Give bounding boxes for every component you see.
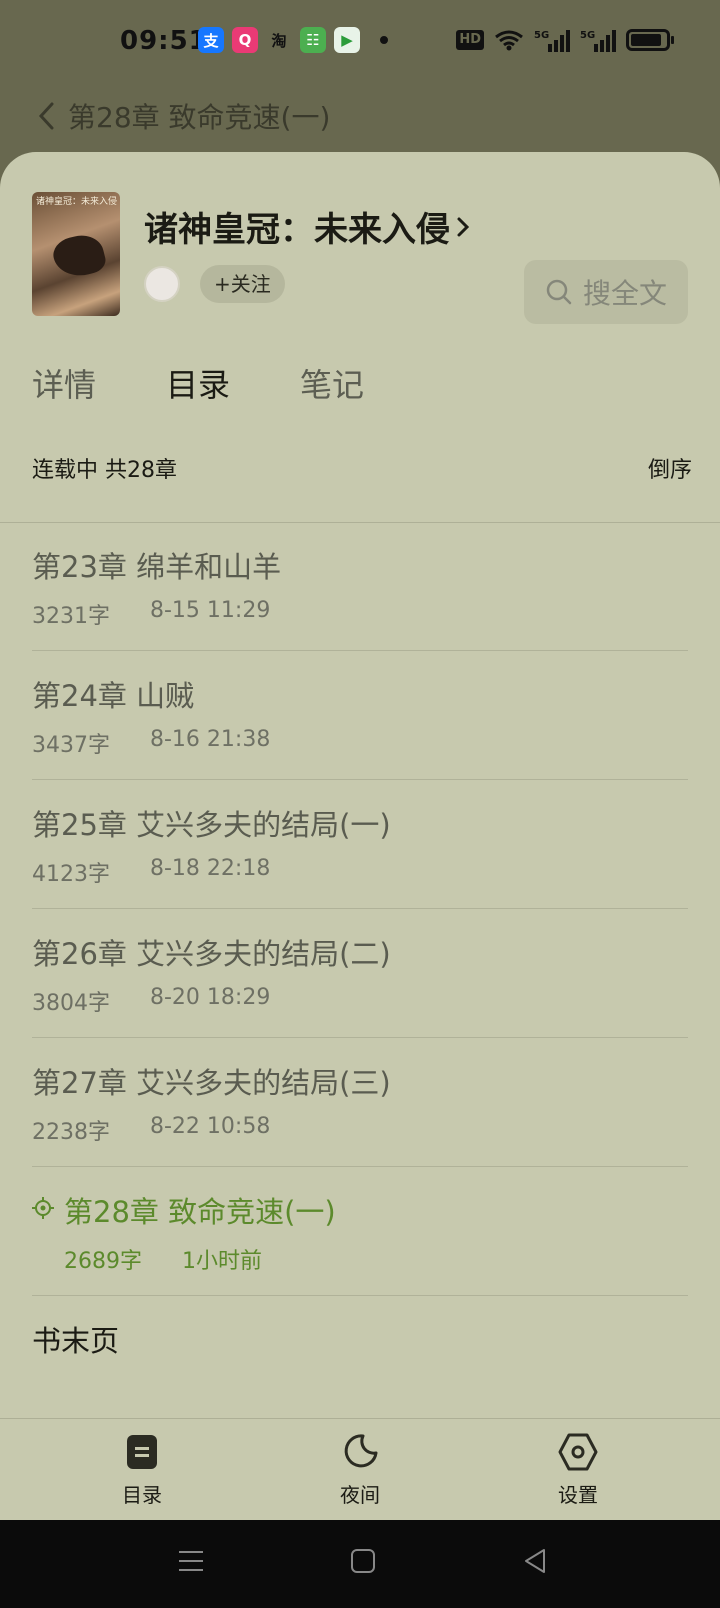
chapter-date: 8-18 22:18: [150, 856, 271, 881]
signal-5g-icon: 5G: [534, 30, 570, 52]
search-icon: [546, 279, 572, 305]
chapter-word-count: 3804字: [32, 991, 110, 1016]
chapter-date: 8-16 21:38: [150, 727, 271, 752]
moon-icon: [344, 1434, 378, 1468]
reader-chapter-title: 第28章 致命竞速(一): [68, 101, 331, 134]
settings-icon: [558, 1433, 598, 1471]
book-title-link[interactable]: 诸神皇冠：未来入侵: [144, 202, 472, 251]
app-green-icon: ☷: [300, 27, 326, 53]
reverse-order-button[interactable]: 倒序: [648, 452, 692, 484]
app-pink-icon: Q: [232, 27, 258, 53]
toc-button-label: 目录: [122, 1483, 162, 1507]
serial-status: 连载中 共28章: [32, 458, 177, 483]
alipay-icon: 支: [198, 27, 224, 53]
chapter-title: 第28章 致命竞速(一): [64, 1195, 336, 1229]
chapter-item[interactable]: 第26章 艾兴多夫的结局(二) 3804字 8-20 18:29: [32, 909, 688, 1038]
reader-header: 第28章 致命竞速(一): [0, 84, 720, 154]
network-label-2: 5G: [580, 30, 595, 41]
current-position-icon: [32, 1197, 54, 1219]
author-avatar[interactable]: [144, 266, 180, 302]
chapter-date: 8-20 18:29: [150, 985, 271, 1010]
search-fulltext-button[interactable]: 搜全文: [524, 260, 688, 324]
toc-icon: [127, 1435, 157, 1469]
chapter-item-current[interactable]: 第28章 致命竞速(一) 2689字 1小时前: [32, 1167, 688, 1296]
chapter-title: 第27章 艾兴多夫的结局(三): [32, 1066, 391, 1100]
wifi-icon: [495, 30, 523, 51]
back-arrow-icon[interactable]: [36, 98, 56, 134]
chapter-title: 第25章 艾兴多夫的结局(一): [32, 808, 391, 842]
chapter-date: 1小时前: [182, 1249, 262, 1274]
menu-icon[interactable]: [176, 1546, 206, 1576]
battery-icon: [626, 29, 674, 51]
chapter-item[interactable]: 第25章 艾兴多夫的结局(一) 4123字 8-18 22:18: [32, 780, 688, 909]
book-title: 诸神皇冠：未来入侵: [144, 210, 450, 250]
chapter-item[interactable]: 第23章 绵羊和山羊 3231字 8-15 11:29: [32, 522, 688, 651]
chevron-right-icon: [457, 217, 470, 236]
network-label-1: 5G: [534, 30, 549, 41]
chapter-list: 第23章 绵羊和山羊 3231字 8-15 11:29 第24章 山贼 3437…: [32, 522, 688, 1425]
home-icon[interactable]: [348, 1546, 378, 1576]
back-icon[interactable]: [520, 1546, 550, 1576]
tab-notes[interactable]: 笔记: [300, 360, 364, 406]
chapter-word-count: 3231字: [32, 604, 110, 629]
notification-app-icons: 支 Q 淘 ☷ ▶: [198, 27, 388, 53]
video-app-icon: ▶: [334, 27, 360, 53]
hd-badge: HD: [456, 30, 484, 50]
chapter-title: 第23章 绵羊和山羊: [32, 550, 282, 584]
night-mode-button[interactable]: 夜间: [300, 1433, 420, 1508]
end-page-label: 书末页: [32, 1324, 120, 1358]
chapter-item[interactable]: 第27章 艾兴多夫的结局(三) 2238字 8-22 10:58: [32, 1038, 688, 1167]
taobao-icon: 淘: [271, 31, 287, 50]
book-cover[interactable]: 诸神皇冠：未来入侵: [32, 192, 120, 316]
settings-button[interactable]: 设置: [518, 1433, 638, 1508]
more-notifications-dot: [380, 36, 388, 44]
night-mode-label: 夜间: [340, 1483, 380, 1507]
chapter-date: 8-15 11:29: [150, 598, 271, 623]
tab-toc[interactable]: 目录: [166, 360, 230, 406]
toc-button[interactable]: 目录: [82, 1433, 202, 1508]
follow-button[interactable]: +关注: [200, 265, 285, 303]
chapter-word-count: 4123字: [32, 862, 110, 887]
end-page-item[interactable]: 书末页: [32, 1296, 688, 1425]
system-nav-bar: [0, 1520, 720, 1608]
chapter-title: 第26章 艾兴多夫的结局(二): [32, 937, 391, 971]
toc-sheet: 诸神皇冠：未来入侵 诸神皇冠：未来入侵 +关注 搜全文 详情 目录 笔记 连载中…: [0, 152, 720, 1520]
settings-label: 设置: [558, 1483, 598, 1507]
cover-title-text: 诸神皇冠：未来入侵: [36, 197, 118, 207]
sheet-tabs: 详情 目录 笔记: [32, 360, 434, 406]
status-time: 09:51: [120, 26, 208, 56]
cover-figure-illustration: [49, 230, 109, 282]
chapter-item[interactable]: 第24章 山贼 3437字 8-16 21:38: [32, 651, 688, 780]
search-fulltext-label: 搜全文: [582, 277, 667, 310]
chapter-title: 第24章 山贼: [32, 679, 195, 713]
tab-details[interactable]: 详情: [32, 360, 96, 406]
chapter-date: 8-22 10:58: [150, 1114, 271, 1139]
bottom-toolbar: 目录 夜间 设置: [0, 1418, 720, 1520]
signal-5g-icon-2: 5G: [580, 30, 616, 52]
chapter-word-count: 2238字: [32, 1120, 110, 1145]
chapter-word-count: 2689字: [64, 1249, 142, 1274]
status-bar: 09:51 支 Q 淘 ☷ ▶ HD 5G 5G: [0, 0, 720, 84]
system-icons: HD 5G 5G: [456, 28, 674, 52]
chapter-word-count: 3437字: [32, 733, 110, 758]
